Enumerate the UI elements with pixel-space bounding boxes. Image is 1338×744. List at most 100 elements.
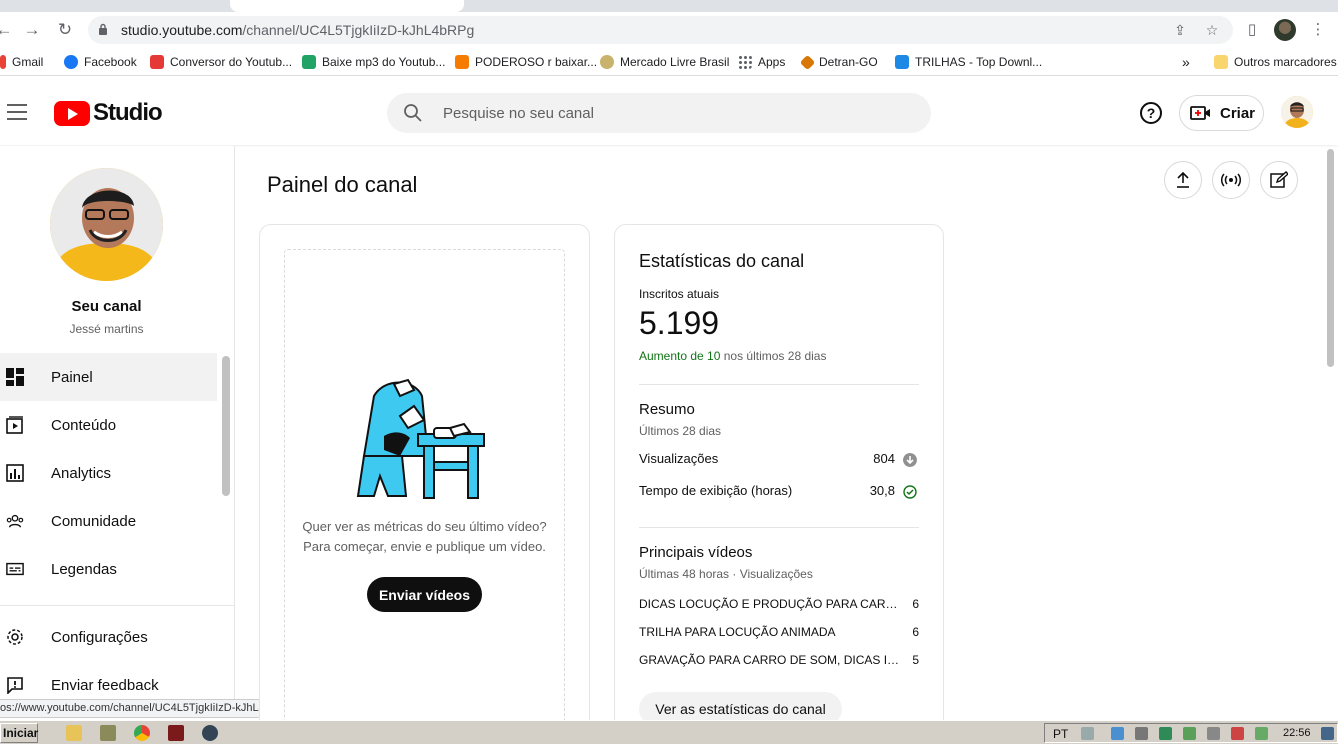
system-tray: PT 22:56	[1044, 723, 1338, 743]
studio-logo[interactable]: Studio	[54, 99, 163, 127]
arrow-down-icon	[903, 453, 917, 467]
alert-icon[interactable]	[1231, 727, 1244, 740]
logo-text: Studio	[93, 99, 163, 126]
sidebar-item-painel[interactable]: Painel	[0, 353, 217, 401]
subscribers-count: 5.199	[639, 305, 720, 341]
browser-tab-strip	[0, 0, 1338, 12]
bookmarks-bar: Gmail Facebook Conversor do Youtub... Ba…	[0, 48, 1338, 76]
live-icon	[1221, 173, 1241, 187]
bookmark-other[interactable]: Outros marcadores	[1214, 54, 1337, 70]
more-bookmarks-icon[interactable]: »	[1182, 54, 1190, 70]
clock[interactable]: 22:56	[1283, 727, 1311, 739]
your-channel-title: Seu canal	[71, 298, 142, 315]
settings-icon	[7, 629, 23, 645]
edit-icon	[1270, 171, 1288, 188]
upload-button[interactable]	[1164, 161, 1202, 199]
bookmark-apps[interactable]: Apps	[738, 54, 785, 70]
address-bar[interactable]: studio.youtube.com/channel/UC4L5TjgkIiIz…	[88, 16, 1233, 44]
top-video-row[interactable]: GRAVAÇÃO PARA CARRO DE SOM, DICAS INICIA…	[639, 653, 919, 671]
side-panel-icon[interactable]: ▯	[1242, 20, 1262, 40]
battery-icon[interactable]	[1255, 727, 1268, 740]
sidebar-item-analytics[interactable]: Analytics	[0, 449, 217, 497]
tools-icon[interactable]	[100, 725, 116, 741]
upload-videos-button[interactable]: Enviar vídeos	[367, 577, 482, 612]
network-icon[interactable]	[1111, 727, 1124, 740]
summary-period: Últimos 28 dias	[639, 424, 722, 438]
sidebar-item-comunidade[interactable]: Comunidade	[0, 497, 217, 545]
divider	[639, 527, 919, 528]
go-live-button[interactable]	[1212, 161, 1250, 199]
start-button[interactable]: Iniciar	[0, 723, 38, 743]
keyboard-icon[interactable]	[1081, 727, 1094, 740]
share-icon[interactable]: ⇪	[1172, 22, 1188, 38]
lock-icon	[99, 23, 107, 35]
volume-icon[interactable]	[1135, 727, 1148, 740]
sidebar-item-conteudo[interactable]: Conteúdo	[0, 401, 217, 449]
url-text: studio.youtube.com/channel/UC4L5TjgkIiIz…	[121, 22, 475, 38]
bookmark-trilhas[interactable]: TRILHAS - Top Downl...	[895, 54, 1042, 70]
bookmark-gmail[interactable]: Gmail	[0, 54, 43, 70]
sidebar-item-legendas[interactable]: Legendas	[0, 545, 217, 593]
back-icon[interactable]: ←	[0, 20, 14, 40]
create-video-icon	[1190, 106, 1210, 120]
create-button[interactable]: Criar	[1179, 95, 1264, 131]
detran-icon	[799, 54, 816, 70]
top-videos-period: Últimas 48 horas · Visualizações	[639, 567, 813, 581]
create-post-button[interactable]	[1260, 161, 1298, 199]
sidebar: Seu canal Jessé martins Painel Conteúdo …	[0, 146, 235, 718]
music-icon	[895, 55, 909, 69]
check-circle-icon	[903, 485, 917, 499]
top-video-row[interactable]: DICAS LOCUÇÃO E PRODUÇÃO PARA CARRO DE S…	[639, 597, 919, 615]
main-scrollbar[interactable]	[1327, 149, 1334, 367]
bookmark-conversor[interactable]: Conversor do Youtub...	[150, 54, 292, 70]
subscribers-change: Aumento de 10 nos últimos 28 dias	[639, 349, 827, 363]
obs-icon[interactable]	[202, 725, 218, 741]
upload-prompt: Quer ver as métricas do seu último vídeo…	[286, 517, 563, 557]
bookmark-detran[interactable]: Detran-GO	[799, 54, 878, 70]
notification-icon[interactable]	[1321, 727, 1334, 740]
reload-icon[interactable]: ↻	[55, 20, 75, 40]
help-icon[interactable]: ?	[1140, 102, 1162, 124]
sidebar-scrollbar[interactable]	[222, 356, 230, 496]
security-icon[interactable]	[1159, 727, 1172, 740]
bookmark-mercado-livre[interactable]: Mercado Livre Brasil	[600, 54, 729, 70]
upload-prompt-line2: Para começar, envie e publique um vídeo.	[303, 539, 546, 554]
upload-illustration-icon	[356, 378, 485, 499]
metric-label: Tempo de exibição (horas)	[639, 483, 793, 498]
metric-value: 30,8	[869, 483, 895, 498]
video-title: GRAVAÇÃO PARA CARRO DE SOM, DICAS INICIA…	[639, 653, 904, 667]
chrome-icon[interactable]	[134, 725, 150, 741]
sidebar-item-label: Enviar feedback	[51, 676, 159, 694]
bookmark-baixe-mp3[interactable]: Baixe mp3 do Youtub...	[302, 54, 445, 70]
star-icon[interactable]: ☆	[1204, 22, 1220, 38]
folder-icon	[1214, 55, 1228, 69]
search-box[interactable]	[387, 93, 931, 133]
sidebar-item-configuracoes[interactable]: Configurações	[0, 613, 217, 661]
browser-tab[interactable]	[230, 0, 464, 12]
channel-avatar[interactable]	[50, 168, 163, 281]
account-avatar[interactable]	[1281, 96, 1313, 128]
subtitles-icon	[6, 562, 24, 576]
bookmark-facebook[interactable]: Facebook	[64, 54, 137, 70]
menu-dots-icon[interactable]: ⋮	[1308, 20, 1328, 40]
upload-icon	[1177, 172, 1189, 188]
youtube-logo-icon	[54, 100, 90, 126]
stats-title: Estatísticas do canal	[639, 251, 805, 271]
metric-value: 804	[873, 451, 895, 466]
language-indicator[interactable]: PT	[1053, 727, 1068, 741]
menu-icon[interactable]	[7, 104, 27, 120]
signal-icon[interactable]	[1183, 727, 1196, 740]
app-icon[interactable]	[168, 725, 184, 741]
video-title: DICAS LOCUÇÃO E PRODUÇÃO PARA CARRO DE S…	[639, 597, 904, 611]
apps-grid-icon	[738, 55, 752, 69]
metric-label: Visualizações	[639, 451, 719, 466]
top-video-row[interactable]: TRILHA PARA LOCUÇÃO ANIMADA 6	[639, 625, 919, 643]
folder-icon[interactable]	[66, 725, 82, 741]
metric-views: Visualizações 804	[639, 451, 919, 469]
search-input[interactable]	[443, 93, 913, 133]
bookmark-poderoso[interactable]: PODEROSO r baixar...	[455, 54, 597, 70]
metric-watch-time: Tempo de exibição (horas) 30,8	[639, 483, 919, 501]
speaker-icon[interactable]	[1207, 727, 1220, 740]
browser-profile-avatar[interactable]	[1274, 19, 1296, 41]
forward-icon[interactable]: →	[22, 20, 42, 40]
